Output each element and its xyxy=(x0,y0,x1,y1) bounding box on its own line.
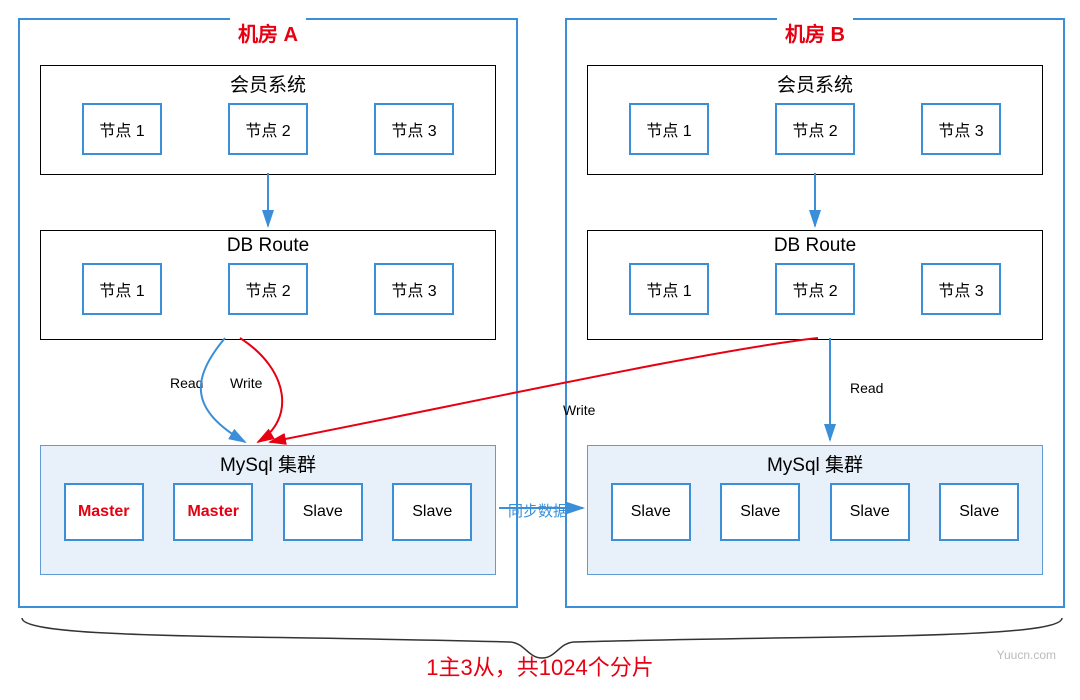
mysql-master-node: Master xyxy=(173,483,253,541)
datacenter-b-title: 机房 B xyxy=(777,18,853,47)
mysql-slave-node: Slave xyxy=(392,483,472,541)
datacenter-a-frame: 机房 A 会员系统 节点 1 节点 2 节点 3 DB Route 节点 1 节… xyxy=(18,18,518,608)
node-box: 节点 1 xyxy=(629,103,709,155)
member-system-b-title: 会员系统 xyxy=(588,66,1042,99)
node-box: 节点 3 xyxy=(374,263,454,315)
mysql-slave-node: Slave xyxy=(939,483,1019,541)
mysql-slave-node: Slave xyxy=(830,483,910,541)
watermark: Yuucn.com xyxy=(997,648,1056,662)
node-box: 节点 2 xyxy=(775,263,855,315)
architecture-canvas: 机房 A 会员系统 节点 1 节点 2 节点 3 DB Route 节点 1 节… xyxy=(10,10,1070,690)
mysql-a-nodes: Master Master Slave Slave xyxy=(41,479,495,545)
node-box: 节点 1 xyxy=(82,263,162,315)
mysql-cluster-a: MySql 集群 Master Master Slave Slave xyxy=(40,445,496,575)
node-box: 节点 2 xyxy=(228,103,308,155)
node-box: 节点 1 xyxy=(629,263,709,315)
member-system-a-nodes: 节点 1 节点 2 节点 3 xyxy=(41,99,495,159)
read-label-b: Read xyxy=(850,380,883,396)
db-route-a-title: DB Route xyxy=(41,231,495,259)
node-box: 节点 1 xyxy=(82,103,162,155)
db-route-b-nodes: 节点 1 节点 2 节点 3 xyxy=(588,259,1042,319)
sync-label: 同步数据 xyxy=(508,500,568,521)
mysql-slave-node: Slave xyxy=(283,483,363,541)
summary-text: 1主3从，共1024个分片 xyxy=(10,650,1070,682)
db-route-a-nodes: 节点 1 节点 2 节点 3 xyxy=(41,259,495,319)
mysql-cluster-b: MySql 集群 Slave Slave Slave Slave xyxy=(587,445,1043,575)
member-system-a-title: 会员系统 xyxy=(41,66,495,99)
datacenter-a-title: 机房 A xyxy=(230,18,306,47)
datacenter-b-frame: 机房 B 会员系统 节点 1 节点 2 节点 3 DB Route 节点 1 节… xyxy=(565,18,1065,608)
mysql-cluster-a-title: MySql 集群 xyxy=(41,446,495,479)
node-box: 节点 2 xyxy=(775,103,855,155)
mysql-master-node: Master xyxy=(64,483,144,541)
db-route-b-title: DB Route xyxy=(588,231,1042,259)
write-label-a: Write xyxy=(230,375,262,391)
node-box: 节点 3 xyxy=(921,263,1001,315)
node-box: 节点 2 xyxy=(228,263,308,315)
mysql-slave-node: Slave xyxy=(720,483,800,541)
member-system-b: 会员系统 节点 1 节点 2 节点 3 xyxy=(587,65,1043,175)
member-system-a: 会员系统 节点 1 节点 2 节点 3 xyxy=(40,65,496,175)
write-label-b: Write xyxy=(563,402,595,418)
mysql-b-nodes: Slave Slave Slave Slave xyxy=(588,479,1042,545)
read-label-a: Read xyxy=(170,375,203,391)
member-system-b-nodes: 节点 1 节点 2 节点 3 xyxy=(588,99,1042,159)
mysql-cluster-b-title: MySql 集群 xyxy=(588,446,1042,479)
node-box: 节点 3 xyxy=(921,103,1001,155)
db-route-b: DB Route 节点 1 节点 2 节点 3 xyxy=(587,230,1043,340)
db-route-a: DB Route 节点 1 节点 2 节点 3 xyxy=(40,230,496,340)
node-box: 节点 3 xyxy=(374,103,454,155)
mysql-slave-node: Slave xyxy=(611,483,691,541)
